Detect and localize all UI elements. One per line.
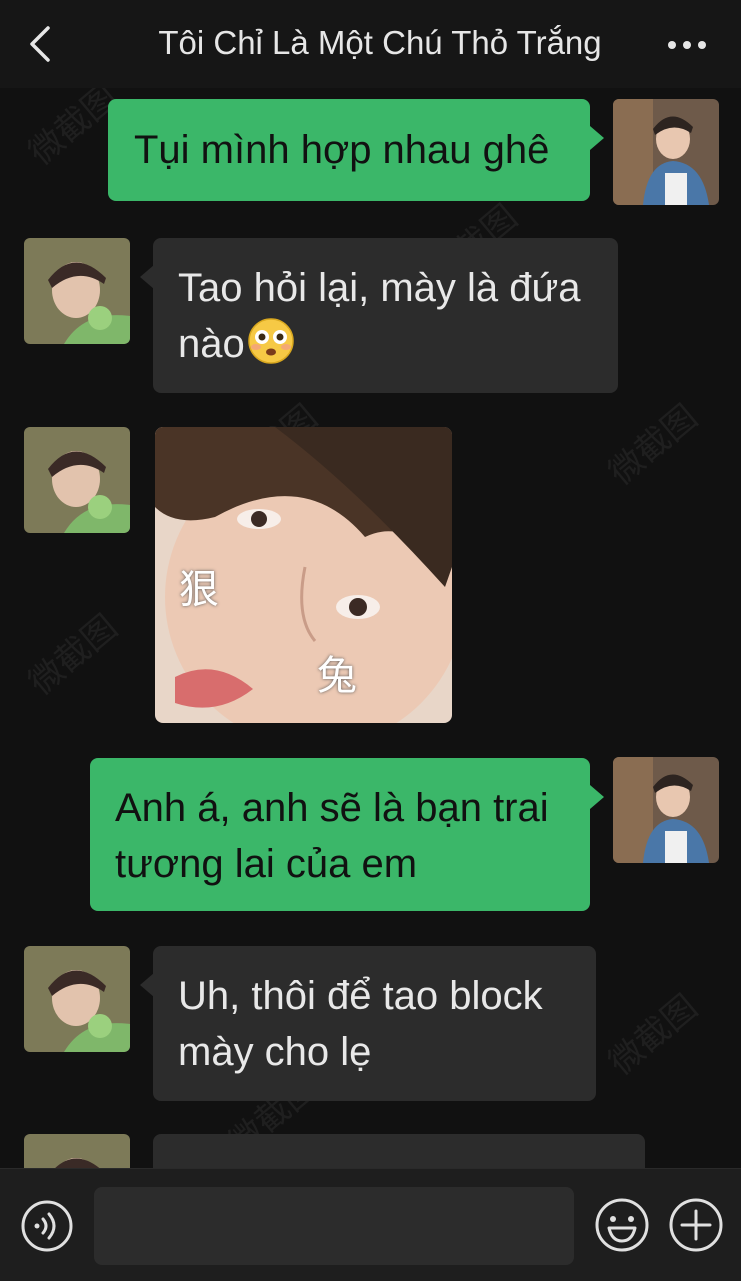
message-text: Uh, thôi để tao block <box>178 974 543 1018</box>
watermark-text: 微截图 <box>601 397 706 494</box>
bubble-tail <box>590 785 604 809</box>
message-text: nào <box>178 322 245 366</box>
message-bubble-incoming[interactable]: Uh, thôi để tao block mày cho lẹ <box>153 946 596 1101</box>
bubble-tail <box>140 265 154 289</box>
plus-circle-icon <box>669 1198 723 1252</box>
input-bar <box>0 1168 741 1281</box>
chevron-left-icon <box>30 26 50 62</box>
watermark-text: 微截图 <box>21 607 126 704</box>
avatar-contact[interactable] <box>24 238 130 344</box>
message-text: mày cho lẹ <box>178 1030 372 1074</box>
avatar-contact[interactable] <box>24 427 130 533</box>
bubble-tail <box>140 973 154 997</box>
back-button[interactable] <box>26 24 58 64</box>
emoji-button[interactable] <box>594 1197 650 1258</box>
message-text: Anh á, anh sẽ là bạn trai <box>115 786 549 830</box>
voice-button[interactable] <box>20 1199 74 1258</box>
message-text: Tụi mình hợp nhau ghê <box>134 128 550 172</box>
voice-icon <box>21 1200 73 1252</box>
more-dots-icon <box>668 41 706 49</box>
message-input[interactable] <box>94 1187 574 1265</box>
avatar-contact[interactable] <box>24 1134 130 1168</box>
add-button[interactable] <box>668 1197 724 1258</box>
message-bubble-outgoing[interactable]: Anh á, anh sẽ là bạn trai tương lai của … <box>90 758 590 911</box>
message-bubble-incoming[interactable] <box>153 1134 645 1168</box>
avatar-contact[interactable] <box>24 946 130 1052</box>
message-bubble-outgoing[interactable]: Tụi mình hợp nhau ghê <box>108 99 590 201</box>
message-text: tương lai của em <box>115 842 418 886</box>
sticker-caption: 狠 <box>179 568 219 612</box>
message-bubble-incoming[interactable]: Tao hỏi lại, mày là đứa nào <box>153 238 618 393</box>
bubble-tail <box>590 126 604 150</box>
watermark-text: 微截图 <box>601 987 706 1084</box>
sticker-image[interactable]: 狠 兔 <box>155 427 452 723</box>
avatar-me[interactable] <box>613 99 719 205</box>
message-text: Tao hỏi lại, mày là đứa <box>178 266 581 310</box>
emoji-icon <box>595 1198 649 1252</box>
more-button[interactable] <box>667 30 707 60</box>
avatar-me[interactable] <box>613 757 719 863</box>
sticker-caption: 兔 <box>317 654 357 698</box>
flushed-face-emoji <box>247 317 295 365</box>
chat-header: Tôi Chỉ Là Một Chú Thỏ Trắng <box>0 0 741 88</box>
chat-title: Tôi Chỉ Là Một Chú Thỏ Trắng <box>158 24 602 61</box>
message-list[interactable]: 微截图 微截图 微截图 微截图 微截图 微截图 微截图 微截图 Tụi mình… <box>0 88 741 1168</box>
